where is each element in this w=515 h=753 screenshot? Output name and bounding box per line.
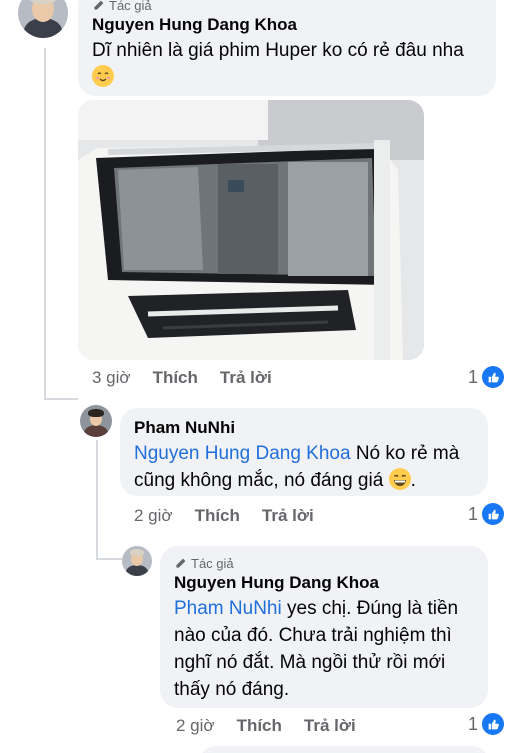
comment-bubble: Pham NuNhi Nguyen Hung Dang Khoa Nó ko r… <box>120 408 488 496</box>
reaction-count[interactable]: 1 <box>468 713 505 735</box>
comment-author[interactable]: Nguyen Hung Dang Khoa <box>92 15 482 35</box>
pencil-icon <box>94 0 104 10</box>
pencil-icon <box>176 558 186 568</box>
comment-actions: 3 giờ Thích Trả lời <box>92 368 294 388</box>
comment-bubble <box>200 746 488 753</box>
blushing-face-emoji-icon <box>92 65 114 87</box>
thumbs-up-icon <box>482 366 505 388</box>
reply-button[interactable]: Trả lời <box>304 716 356 736</box>
comment-time[interactable]: 3 giờ <box>92 368 131 388</box>
mention-link[interactable]: Pham NuNhi <box>174 598 282 619</box>
reaction-count[interactable]: 1 <box>468 503 505 525</box>
avatar[interactable] <box>122 546 152 576</box>
thumbs-up-icon <box>482 713 505 735</box>
reaction-count[interactable]: 1 <box>468 366 505 388</box>
comment-actions: 2 giờ Thích Trả lời <box>176 716 378 736</box>
like-button[interactable]: Thích <box>237 716 282 736</box>
thread-line <box>44 398 78 400</box>
reply-button[interactable]: Trả lời <box>220 368 272 388</box>
thread-line <box>96 440 98 560</box>
comment-photo[interactable] <box>78 100 424 360</box>
comment-bubble: Tác giả Nguyen Hung Dang Khoa Pham NuNhi… <box>160 546 488 708</box>
reply-button[interactable]: Trả lời <box>262 506 314 526</box>
comment-time[interactable]: 2 giờ <box>176 716 215 736</box>
thread-line <box>96 558 122 560</box>
comment-text: Nguyen Hung Dang Khoa Nó ko rẻ mà cũng k… <box>134 443 460 491</box>
author-badge: Tác giả <box>92 0 482 13</box>
author-badge: Tác giả <box>174 556 474 571</box>
mention-link[interactable]: Nguyen Hung Dang Khoa <box>134 443 351 464</box>
comment-author[interactable]: Pham NuNhi <box>134 418 474 438</box>
thread-line <box>44 48 46 400</box>
like-button[interactable]: Thích <box>195 506 240 526</box>
car-door-photo <box>78 100 424 360</box>
author-badge-label: Tác giả <box>191 556 234 571</box>
comment-author[interactable]: Nguyen Hung Dang Khoa <box>174 573 474 593</box>
author-badge-label: Tác giả <box>109 0 152 13</box>
comment-actions: 2 giờ Thích Trả lời <box>134 506 336 526</box>
thumbs-up-icon <box>482 503 505 525</box>
comment-text: Pham NuNhi yes chị. Đúng là tiền nào của… <box>174 598 459 700</box>
grinning-face-emoji-icon <box>388 468 411 490</box>
avatar[interactable] <box>18 0 68 38</box>
avatar[interactable] <box>80 405 112 437</box>
like-button[interactable]: Thích <box>153 368 198 388</box>
comment-bubble: Tác giả Nguyen Hung Dang Khoa Dĩ nhiên l… <box>78 0 496 96</box>
comment-text: Dĩ nhiên là giá phim Huper ko có rẻ đâu … <box>92 37 482 91</box>
comment-time[interactable]: 2 giờ <box>134 506 173 526</box>
